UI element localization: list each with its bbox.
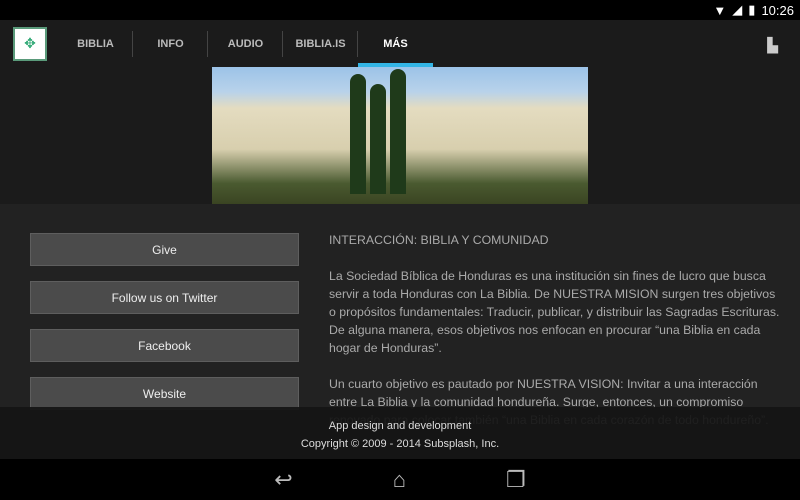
footer: App design and development Copyright © 2… (0, 407, 800, 459)
bar-chart-icon[interactable]: ▙ (767, 37, 778, 54)
recents-icon[interactable]: ❐ (506, 467, 526, 493)
paragraph: La Sociedad Bíblica de Honduras es una i… (329, 269, 780, 355)
tab-audio[interactable]: AUDIO (208, 20, 283, 67)
twitter-button[interactable]: Follow us on Twitter (30, 281, 299, 314)
back-icon[interactable]: ↩ (274, 467, 292, 493)
header-image-area (0, 67, 800, 204)
clock: 10:26 (761, 2, 794, 18)
wifi-icon: ▼ (713, 2, 727, 18)
facebook-button[interactable]: Facebook (30, 329, 299, 362)
tab-mas[interactable]: MÁS (358, 20, 433, 67)
tab-biblia-is[interactable]: BIBLIA.IS (283, 20, 358, 67)
building-photo (212, 67, 588, 204)
content-heading: INTERACCIÓN: BIBLIA Y COMUNIDAD (329, 233, 549, 247)
give-button[interactable]: Give (30, 233, 299, 266)
footer-credit: App design and development (328, 420, 472, 432)
status-bar: ▼ ◢ ▮ 10:26 (0, 0, 800, 20)
battery-icon: ▮ (748, 2, 756, 17)
top-nav: ✥ BIBLIA INFO AUDIO BIBLIA.IS MÁS ▙ (0, 20, 800, 67)
app-logo[interactable]: ✥ (13, 26, 47, 61)
tab-biblia[interactable]: BIBLIA (58, 20, 133, 67)
website-button[interactable]: Website (30, 377, 299, 410)
signal-icon: ◢ (732, 2, 743, 17)
system-nav-bar: ↩ ⌂ ❐ (0, 459, 800, 500)
home-icon[interactable]: ⌂ (393, 467, 406, 493)
footer-copyright: Copyright © 2009 - 2014 Subsplash, Inc. (300, 438, 500, 450)
tab-info[interactable]: INFO (133, 20, 208, 67)
